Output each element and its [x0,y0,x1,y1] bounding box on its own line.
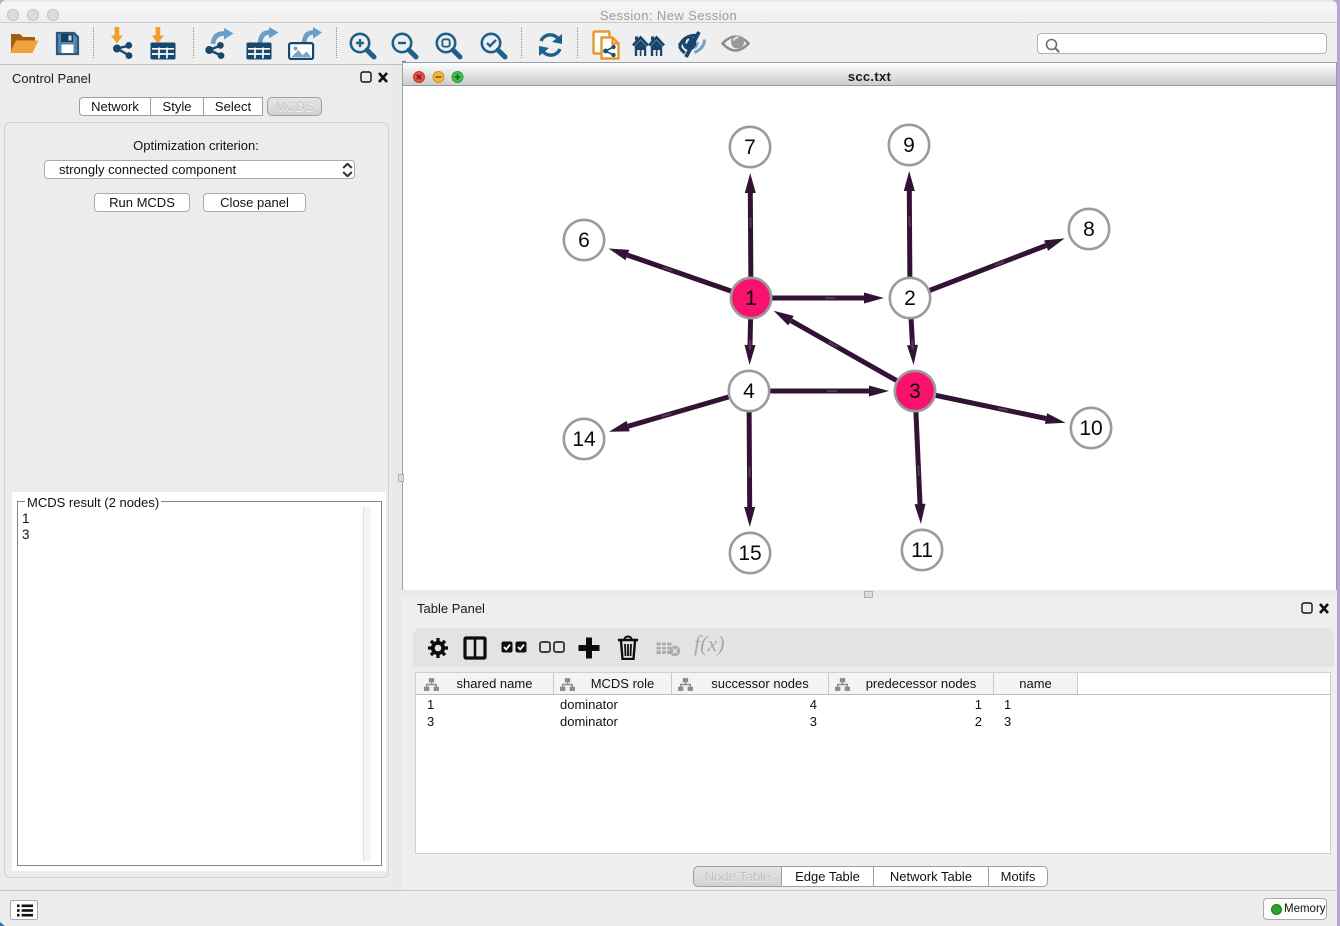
svg-text:3: 3 [909,380,921,403]
svg-text:8: 8 [1083,218,1095,241]
svg-text:6: 6 [578,229,590,252]
svg-text:10: 10 [1079,417,1102,440]
svg-text:14: 14 [572,428,596,451]
svg-text:15: 15 [738,542,761,565]
svg-text:11: 11 [911,539,933,562]
svg-text:7: 7 [744,136,756,159]
svg-text:2: 2 [904,287,916,310]
svg-text:4: 4 [743,380,755,403]
svg-text:1: 1 [745,287,757,310]
svg-text:9: 9 [903,134,915,157]
